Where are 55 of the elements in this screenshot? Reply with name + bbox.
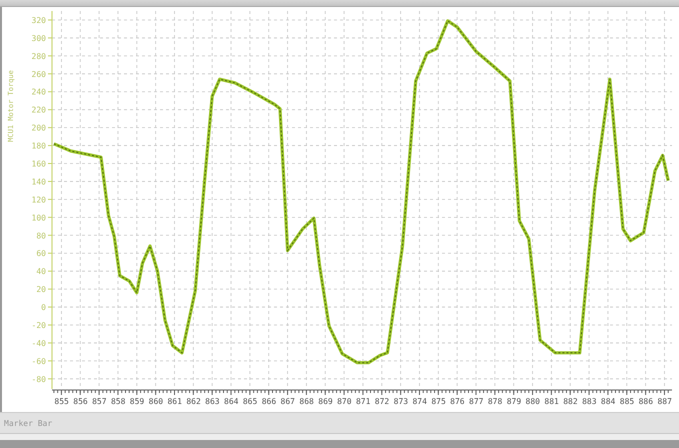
x-tick-label: 879 [506, 397, 522, 406]
x-tick-label: 869 [318, 397, 333, 406]
y-tick-label: 40 [36, 267, 46, 276]
x-tick-label: 857 [92, 397, 107, 406]
y-tick-label: 240 [32, 88, 46, 97]
x-tick-label: 881 [544, 397, 559, 406]
x-tick-label: 880 [526, 397, 540, 406]
y-tick-label: 220 [32, 106, 46, 115]
y-tick-label: -40 [32, 338, 46, 348]
x-tick-label: 861 [168, 397, 182, 406]
x-tick-label: 867 [280, 397, 296, 406]
y-tick-label: 200 [32, 124, 46, 133]
x-tick-label: 884 [600, 397, 616, 406]
x-tick-label: 858 [110, 397, 126, 406]
x-tick-label: 874 [412, 397, 427, 406]
x-tick-label: 885 [620, 397, 634, 406]
y-tick-label: 120 [32, 195, 46, 204]
y-tick-label: 20 [36, 285, 46, 294]
y-tick-label: 320 [32, 16, 46, 25]
marker-bar-label: Marker Bar [4, 418, 52, 428]
y-tick-label: 100 [32, 213, 46, 222]
x-tick-label: 860 [148, 397, 164, 406]
x-tick-label: 856 [73, 397, 88, 406]
y-tick-label: -20 [32, 321, 46, 330]
y-tick-label: 0 [41, 303, 46, 312]
x-tick-label: 873 [394, 397, 408, 406]
x-tick-label: 870 [337, 397, 352, 406]
x-tick-label: 878 [488, 397, 502, 406]
x-tick-label: 872 [374, 397, 390, 406]
x-tick-label: 875 [431, 397, 446, 406]
x-tick-label: 865 [242, 397, 258, 406]
y-tick-label: 60 [36, 249, 46, 258]
x-tick-label: 877 [469, 397, 484, 406]
x-tick-label: 855 [54, 397, 69, 406]
y-tick-label: 260 [32, 70, 46, 79]
x-tick-label: 859 [130, 397, 144, 406]
x-tick-label: 876 [450, 397, 465, 406]
x-tick-label: 864 [224, 397, 238, 406]
y-tick-label: 80 [36, 231, 46, 240]
x-tick-label: 862 [186, 397, 201, 406]
x-tick-label: 887 [657, 397, 672, 406]
y-tick-label: 280 [32, 52, 46, 61]
x-tick-label: 886 [638, 397, 654, 406]
x-tick-label: 863 [205, 397, 220, 406]
y-tick-label: 160 [32, 160, 46, 168]
x-tick-label: 883 [582, 397, 597, 406]
x-tick-label: 871 [356, 397, 370, 406]
x-tick-label: 866 [262, 397, 276, 406]
x-tick-label: 868 [299, 397, 314, 406]
y-tick-label: 140 [32, 177, 46, 186]
y-tick-label: -80 [32, 374, 46, 384]
x-tick-label: 882 [563, 397, 578, 406]
y-tick-label: -60 [32, 356, 46, 366]
y-tick-label: 180 [32, 142, 46, 151]
y-tick-label: 300 [32, 34, 46, 43]
